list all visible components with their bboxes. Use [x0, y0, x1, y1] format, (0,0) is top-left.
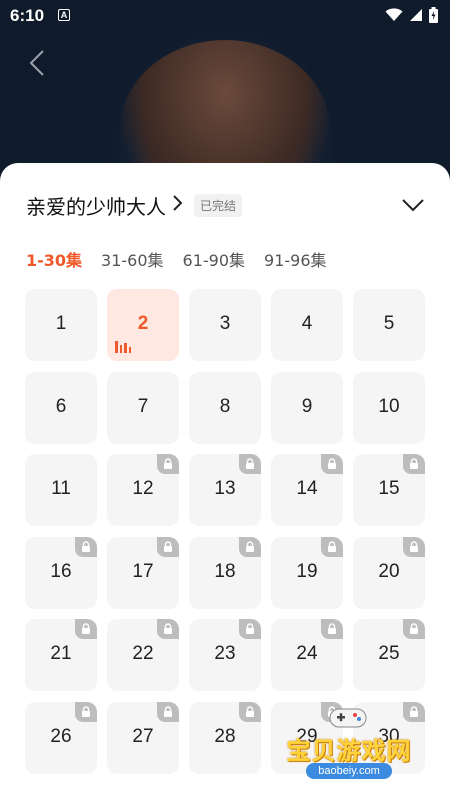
episode-number: 16: [50, 561, 72, 582]
lock-icon: [321, 454, 343, 474]
episode-number: 5: [383, 313, 395, 334]
episode-cell-1[interactable]: 1: [25, 289, 97, 361]
lock-icon: [75, 537, 97, 557]
episode-number: 17: [132, 561, 154, 582]
signal-icon: [410, 9, 422, 21]
episode-number: 2: [137, 313, 149, 334]
episode-number: 4: [301, 313, 313, 334]
episode-number: 9: [301, 396, 313, 417]
episode-cell-18[interactable]: 18: [189, 537, 261, 609]
gamepad-icon: [329, 708, 367, 728]
watermark-logo: 宝贝游戏网 baobeiy.com: [278, 705, 420, 785]
episode-cell-19[interactable]: 19: [271, 537, 343, 609]
episode-cell-10[interactable]: 10: [353, 372, 425, 444]
episode-cell-7[interactable]: 7: [107, 372, 179, 444]
episode-cell-5[interactable]: 5: [353, 289, 425, 361]
app-notification-icon: A: [58, 9, 70, 21]
episode-cell-16[interactable]: 16: [25, 537, 97, 609]
status-badge: 已完结: [194, 193, 243, 217]
episode-cell-20[interactable]: 20: [353, 537, 425, 609]
episode-cell-17[interactable]: 17: [107, 537, 179, 609]
lock-icon: [239, 619, 261, 639]
lock-icon: [321, 537, 343, 557]
episode-cell-11[interactable]: 11: [25, 454, 97, 526]
lock-icon: [403, 537, 425, 557]
episode-number: 28: [214, 726, 236, 747]
lock-icon: [239, 537, 261, 557]
tab-range-1[interactable]: 1-30集: [26, 247, 82, 271]
episode-cell-12[interactable]: 12: [107, 454, 179, 526]
episode-cell-21[interactable]: 21: [25, 619, 97, 691]
back-button[interactable]: [22, 46, 52, 80]
episode-cell-27[interactable]: 27: [107, 702, 179, 774]
sheet-header: 亲爱的少帅大人 已完结: [26, 190, 428, 220]
lock-icon: [403, 454, 425, 474]
lock-icon: [75, 702, 97, 722]
episode-number: 1: [55, 313, 67, 334]
episode-number: 27: [132, 726, 154, 747]
episode-number: 20: [378, 561, 400, 582]
episode-cell-9[interactable]: 9: [271, 372, 343, 444]
episode-cell-25[interactable]: 25: [353, 619, 425, 691]
episode-cell-22[interactable]: 22: [107, 619, 179, 691]
lock-icon: [321, 619, 343, 639]
episode-number: 26: [50, 726, 72, 747]
episode-number: 23: [214, 643, 236, 664]
lock-icon: [157, 702, 179, 722]
episode-cell-6[interactable]: 6: [25, 372, 97, 444]
lock-icon: [403, 619, 425, 639]
episode-cell-2[interactable]: 2: [107, 289, 179, 361]
episode-number: 14: [296, 478, 318, 499]
collapse-button[interactable]: [398, 190, 428, 220]
episode-cell-4[interactable]: 4: [271, 289, 343, 361]
wifi-icon: [385, 8, 403, 21]
watermark-url: baobeiy.com: [306, 763, 392, 779]
episode-cell-26[interactable]: 26: [25, 702, 97, 774]
tab-range-3[interactable]: 61-90集: [183, 247, 246, 271]
episode-number: 19: [296, 561, 318, 582]
episode-number: 24: [296, 643, 318, 664]
chevron-left-icon: [29, 50, 44, 76]
episode-number: 13: [214, 478, 236, 499]
lock-icon: [75, 619, 97, 639]
episode-number: 18: [214, 561, 236, 582]
episode-number: 3: [219, 313, 231, 334]
battery-icon: [429, 7, 438, 23]
lock-icon: [157, 619, 179, 639]
lock-icon: [157, 454, 179, 474]
range-tabs: 1-30集 31-60集 61-90集 91-96集: [26, 247, 327, 271]
episode-number: 15: [378, 478, 400, 499]
episode-number: 22: [132, 643, 154, 664]
episode-number: 6: [55, 396, 67, 417]
episode-number: 7: [137, 396, 149, 417]
chevron-right-icon[interactable]: [172, 194, 183, 217]
watermark-text: 宝贝游戏网: [286, 737, 412, 765]
episode-number: 8: [219, 396, 231, 417]
episode-cell-14[interactable]: 14: [271, 454, 343, 526]
episode-cell-23[interactable]: 23: [189, 619, 261, 691]
series-title[interactable]: 亲爱的少帅大人: [26, 191, 166, 220]
episode-number: 25: [378, 643, 400, 664]
lock-icon: [157, 537, 179, 557]
lock-icon: [239, 702, 261, 722]
episode-number: 10: [378, 396, 400, 417]
episode-cell-3[interactable]: 3: [189, 289, 261, 361]
chevron-down-icon: [402, 199, 424, 212]
tab-range-4[interactable]: 91-96集: [264, 247, 327, 271]
now-playing-icon: [115, 341, 131, 353]
status-time: 6:10: [10, 6, 45, 25]
episode-cell-8[interactable]: 8: [189, 372, 261, 444]
tab-range-2[interactable]: 31-60集: [101, 247, 164, 271]
episode-cell-24[interactable]: 24: [271, 619, 343, 691]
lock-icon: [239, 454, 261, 474]
status-bar: 6:10 A: [0, 0, 450, 32]
episode-cell-13[interactable]: 13: [189, 454, 261, 526]
episode-number: 12: [132, 478, 154, 499]
episode-number: 21: [50, 643, 72, 664]
episode-number: 11: [51, 478, 71, 499]
episode-cell-15[interactable]: 15: [353, 454, 425, 526]
episode-cell-28[interactable]: 28: [189, 702, 261, 774]
